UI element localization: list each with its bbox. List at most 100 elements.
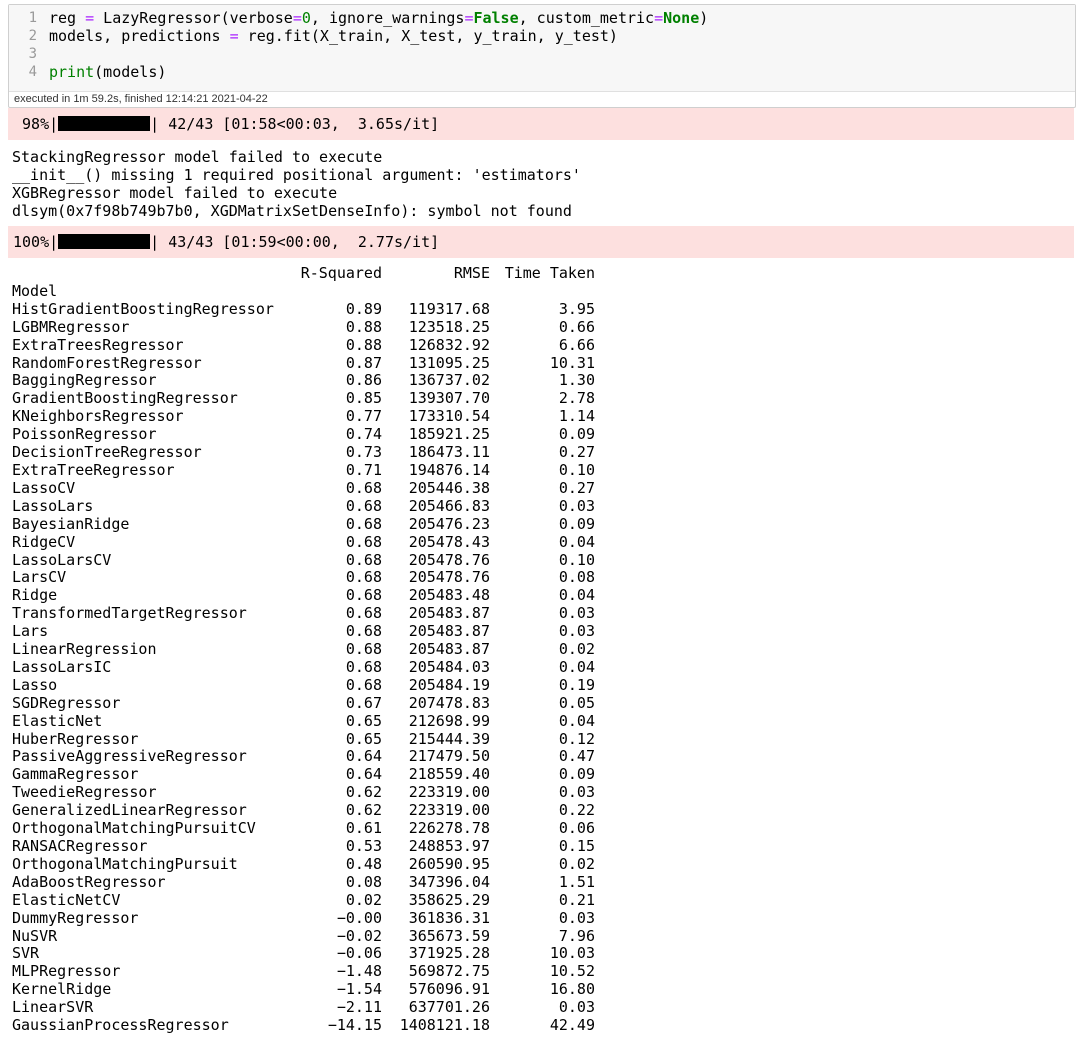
rmse-value: 205476.23 (408, 514, 490, 533)
rmse-value: 248853.97 (408, 837, 490, 855)
code-line-2: models, predictions = reg.fit(X_train, X… (49, 27, 618, 45)
column-header: RMSE (453, 264, 490, 282)
table-row: LGBMRegressor 0.88 123518.25 0.66 (12, 317, 595, 337)
table-row: ElasticNet 0.65 212698.99 0.04 (12, 711, 595, 731)
table-row: RidgeCV 0.68 205478.43 0.04 (12, 533, 595, 552)
r-squared-value: 0.65 (345, 711, 382, 730)
table-row: LarsCV 0.68 205478.76 0.08 (12, 569, 595, 587)
r-squared-value: 0.61 (345, 819, 382, 838)
time-taken-value: 0.03 (558, 998, 595, 1017)
r-squared-value: −2.11 (336, 998, 382, 1017)
table-row: HuberRegressor 0.65 215444.39 0.12 (12, 729, 595, 749)
time-taken-value: 0.02 (558, 854, 595, 873)
stderr-line: StackingRegressor model failed to execut… (12, 148, 383, 166)
model-name: MLPRegressor (12, 962, 121, 981)
table-row: OrthogonalMatchingPursuit 0.48 260590.95 0.… (12, 854, 595, 874)
r-squared-value: 0.85 (345, 389, 382, 408)
rmse-value: 126832.92 (408, 335, 490, 354)
stderr-output: StackingRegressor model failed to execut… (12, 148, 581, 220)
model-name: BayesianRidge (12, 514, 130, 533)
table-row: ExtraTreesRegressor 0.88 126832.92 6.66 (12, 335, 595, 355)
table-row: LassoLarsIC 0.68 205484.03 0.04 (12, 657, 595, 677)
table-row: BaggingRegressor 0.86 136737.02 1.30 (12, 372, 595, 390)
r-squared-value: 0.68 (345, 478, 382, 497)
time-taken-value: 0.04 (558, 586, 595, 605)
model-name: GradientBoostingRegressor (12, 389, 238, 408)
model-name: PassiveAggressiveRegressor (12, 747, 247, 766)
model-name: RANSACRegressor (12, 837, 148, 855)
time-taken-value: 0.03 (558, 604, 595, 623)
code-line-4: print(models) (49, 63, 167, 81)
time-taken-value: 0.47 (558, 747, 595, 766)
r-squared-value: −0.06 (336, 944, 382, 963)
rmse-value: 173310.54 (408, 407, 490, 426)
table-row: PoissonRegressor 0.74 185921.25 0.09 (12, 425, 595, 444)
rmse-value: 212698.99 (408, 711, 490, 730)
line-number: 4 (28, 64, 37, 80)
model-name: LinearSVR (12, 998, 94, 1017)
line-number: 3 (28, 46, 37, 62)
r-squared-value: 0.65 (345, 729, 382, 748)
table-row: KNeighborsRegressor 0.77 173310.54 1.14 (12, 407, 595, 426)
table-row: BayesianRidge 0.68 205476.23 0.09 (12, 514, 595, 534)
code-cell[interactable]: 1 2 3 4 reg = LazyRegressor(verbose=0, i… (8, 4, 1076, 108)
rmse-value: 123518.25 (408, 317, 490, 336)
stderr-line: __init__() missing 1 required positional… (12, 166, 581, 184)
table-row: MLPRegressor −1.48 569872.75 10.52 (12, 962, 595, 981)
rmse-value: 205484.03 (408, 657, 490, 676)
model-name: GeneralizedLinearRegressor (12, 801, 247, 820)
progress-percent: 100%| (13, 233, 59, 251)
model-name: ExtraTreeRegressor (12, 460, 175, 479)
time-taken-value: 0.21 (558, 890, 595, 909)
model-name: HuberRegressor (12, 729, 139, 748)
table-row: GeneralizedLinearRegressor 0.62 223319.00 0… (12, 801, 595, 820)
time-taken-value: 0.10 (558, 460, 595, 479)
model-name: GaussianProcessRegressor (12, 1016, 229, 1035)
column-header: R-Squared (300, 264, 382, 282)
model-name: LassoLarsCV (12, 550, 112, 569)
rmse-value: 637701.26 (408, 998, 490, 1017)
model-name: Lars (12, 622, 49, 641)
r-squared-value: −0.00 (336, 908, 382, 927)
code-text[interactable]: reg = LazyRegressor(verbose=0, ignore_wa… (49, 9, 1067, 81)
table-row: RandomForestRegressor 0.87 131095.25 10.31 (12, 353, 595, 373)
table-row: LinearRegression 0.68 205483.87 0.02 (12, 640, 595, 659)
rmse-value: 205483.48 (408, 586, 490, 605)
r-squared-value: 0.68 (345, 640, 382, 659)
table-row: LinearSVR −2.11 637701.26 0.03 (12, 998, 595, 1017)
table-row: Ridge 0.68 205483.48 0.04 (12, 586, 595, 605)
rmse-value: 205483.87 (408, 604, 490, 623)
rmse-value: 226278.78 (408, 819, 490, 838)
code-line-1: reg = LazyRegressor(verbose=0, ignore_wa… (49, 9, 709, 27)
progress-percent: 98%| (22, 115, 59, 133)
time-taken-value: 0.03 (558, 496, 595, 515)
r-squared-value: 0.71 (345, 460, 382, 479)
model-name: NuSVR (12, 926, 58, 945)
r-squared-value: 0.64 (345, 747, 382, 766)
model-name: ElasticNet (12, 711, 103, 730)
time-taken-value: 0.15 (558, 837, 595, 855)
time-taken-value: 0.66 (558, 317, 595, 336)
table-row: HistGradientBoostingRegressor 0.89 119317.… (12, 300, 595, 319)
r-squared-value: 0.08 (345, 872, 382, 891)
r-squared-value: 0.68 (345, 657, 382, 676)
rmse-value: 1408121.18 (399, 1016, 490, 1035)
r-squared-value: 0.73 (345, 443, 382, 462)
table-row: ElasticNetCV 0.02 358625.29 0.21 (12, 890, 595, 910)
model-name: ExtraTreesRegressor (12, 335, 184, 354)
r-squared-value: 0.86 (345, 371, 382, 390)
model-name: TransformedTargetRegressor (12, 604, 247, 623)
table-row: DummyRegressor −0.00 361836.31 0.03 (12, 908, 595, 928)
r-squared-value: 0.88 (345, 335, 382, 354)
r-squared-value: 0.68 (345, 622, 382, 641)
code-editor[interactable]: 1 2 3 4 reg = LazyRegressor(verbose=0, i… (9, 5, 1075, 92)
time-taken-value: 0.03 (558, 908, 595, 927)
time-taken-value: 0.03 (558, 783, 595, 802)
table-row: PassiveAggressiveRegressor 0.64 217479.50 0… (12, 748, 595, 766)
rmse-value: 131095.25 (408, 353, 490, 372)
rmse-value: 205483.87 (408, 640, 490, 659)
r-squared-value: 0.48 (345, 854, 382, 873)
time-taken-value: 0.09 (558, 765, 595, 784)
r-squared-value: 0.62 (345, 783, 382, 802)
rmse-value: 207478.83 (408, 693, 490, 712)
